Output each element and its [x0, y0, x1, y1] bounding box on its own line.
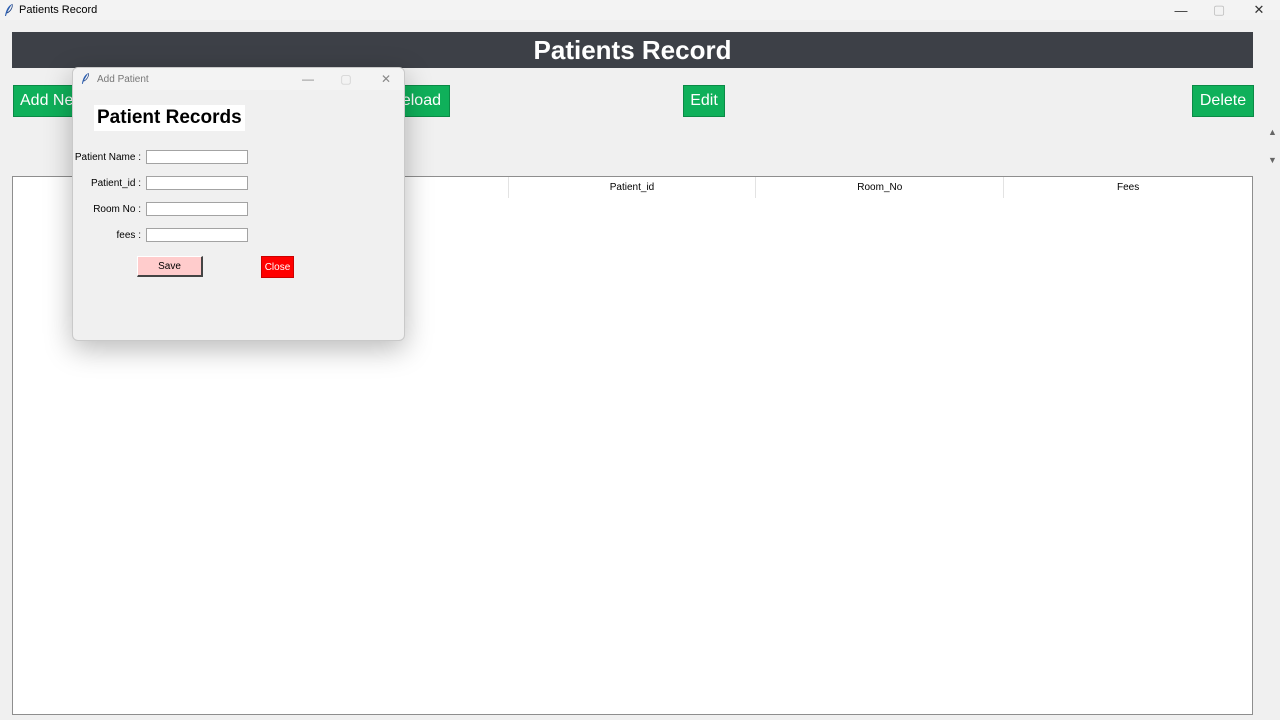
fees-input[interactable]	[146, 228, 248, 242]
dialog-title: Add Patient	[97, 74, 149, 85]
scroll-down-arrow[interactable]: ▼	[1268, 155, 1277, 165]
dialog-heading: Patient Records	[94, 105, 245, 131]
save-label: Save	[158, 260, 181, 272]
close-icon: ✕	[1253, 2, 1265, 17]
patient-id-label: Patient_id :	[90, 178, 141, 189]
column-header-fees[interactable]: Fees	[1004, 177, 1252, 198]
column-header-room-no[interactable]: Room_No	[756, 177, 1005, 198]
save-button[interactable]: Save	[137, 256, 203, 277]
close-label: Close	[264, 261, 291, 273]
edit-label: Edit	[690, 92, 718, 109]
close-icon: ✕	[380, 72, 392, 86]
dialog-titlebar[interactable]: Add Patient — ▢ ✕	[73, 68, 404, 90]
edit-button[interactable]: Edit	[683, 85, 725, 117]
dialog-close-x-button[interactable]: ✕	[371, 68, 401, 90]
feather-icon	[81, 72, 89, 84]
delete-label: Delete	[1199, 92, 1247, 109]
maximize-icon: ▢	[340, 72, 352, 86]
maximize-button[interactable]: ▢	[1200, 0, 1238, 20]
page-header: Patients Record	[12, 32, 1253, 68]
fees-label: fees :	[116, 230, 141, 241]
close-button[interactable]: Close	[261, 256, 294, 278]
delete-button[interactable]: Delete	[1192, 85, 1254, 117]
patient-name-input[interactable]	[146, 150, 248, 164]
minimize-button[interactable]: —	[1162, 0, 1200, 20]
page-title: Patients Record	[533, 34, 732, 65]
scroll-up-arrow[interactable]: ▲	[1268, 127, 1277, 137]
patient-name-label: Patient Name :	[74, 152, 141, 163]
dialog-minimize-button[interactable]: —	[293, 68, 323, 90]
minimize-icon: —	[302, 72, 314, 86]
add-patient-dialog: Add Patient — ▢ ✕ Patient Records Patien…	[72, 67, 405, 341]
maximize-icon: ▢	[1212, 2, 1226, 17]
room-no-input[interactable]	[146, 202, 248, 216]
patient-id-input[interactable]	[146, 176, 248, 190]
feather-icon	[5, 3, 13, 16]
window-title: Patients Record	[19, 4, 98, 16]
dialog-maximize-button[interactable]: ▢	[331, 68, 361, 90]
close-window-button[interactable]: ✕	[1240, 0, 1278, 20]
room-no-label: Room No :	[93, 204, 141, 215]
column-header-patient-id[interactable]: Patient_id	[508, 177, 757, 198]
main-titlebar: Patients Record — ▢ ✕	[0, 0, 1280, 20]
minimize-icon: —	[1174, 2, 1188, 18]
